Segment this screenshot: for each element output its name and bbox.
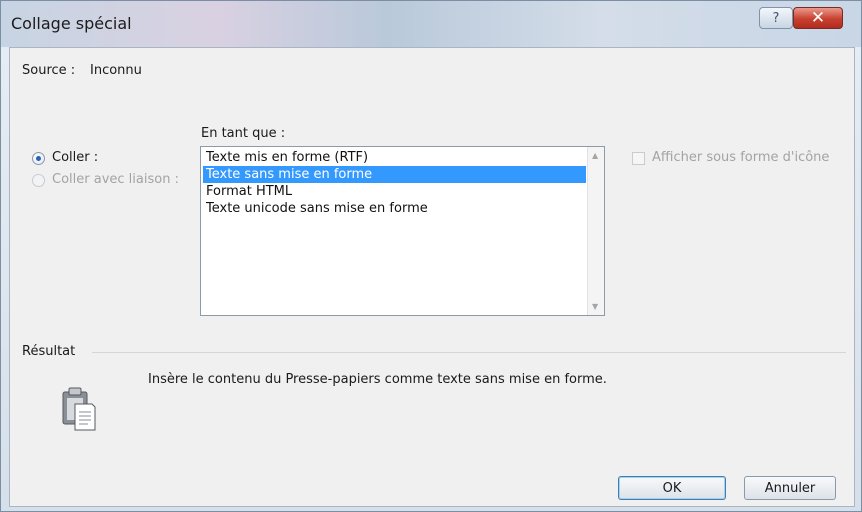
paste-radio-label[interactable]: Coller : — [52, 150, 98, 165]
list-scrollbar[interactable]: ▲ ▼ — [587, 147, 604, 315]
list-item[interactable]: Format HTML — [203, 183, 586, 200]
clipboard-icon — [62, 387, 96, 431]
source-value: Inconnu — [90, 63, 142, 78]
paste-link-radio-label[interactable]: Coller avec liaison : — [52, 172, 179, 187]
source-label: Source : — [22, 63, 76, 78]
help-button[interactable]: ? — [759, 7, 793, 29]
dialog-body: Source : Inconnu En tant que : Coller : … — [9, 47, 855, 507]
title-bar[interactable]: Collage spécial ? ✕ — [1, 1, 861, 47]
list-item[interactable]: Texte unicode sans mise en forme — [203, 200, 586, 217]
format-label: En tant que : — [201, 126, 286, 141]
result-separator — [92, 352, 846, 353]
close-button[interactable]: ✕ — [793, 7, 843, 29]
help-icon: ? — [772, 10, 780, 26]
ok-button[interactable]: OK — [618, 476, 726, 500]
display-as-icon-label[interactable]: Afficher sous forme d'icône — [652, 150, 829, 165]
close-icon: ✕ — [810, 8, 826, 28]
format-listbox[interactable]: Texte mis en forme (RTF) Texte sans mise… — [200, 146, 605, 316]
list-item-selected[interactable]: Texte sans mise en forme — [203, 166, 586, 183]
paste-special-dialog: Collage spécial ? ✕ Source : Inconnu En … — [0, 0, 862, 512]
result-heading: Résultat — [22, 344, 76, 359]
paste-radio[interactable] — [32, 152, 45, 165]
window-title: Collage spécial — [11, 14, 132, 33]
result-description: Insère le contenu du Presse-papiers comm… — [148, 372, 607, 387]
paste-link-radio[interactable] — [32, 174, 45, 187]
display-as-icon-checkbox[interactable] — [632, 152, 645, 165]
cancel-button[interactable]: Annuler — [744, 476, 836, 500]
list-item[interactable]: Texte mis en forme (RTF) — [203, 149, 586, 166]
scroll-up-icon[interactable]: ▲ — [592, 151, 598, 160]
scroll-down-icon[interactable]: ▼ — [592, 302, 598, 311]
